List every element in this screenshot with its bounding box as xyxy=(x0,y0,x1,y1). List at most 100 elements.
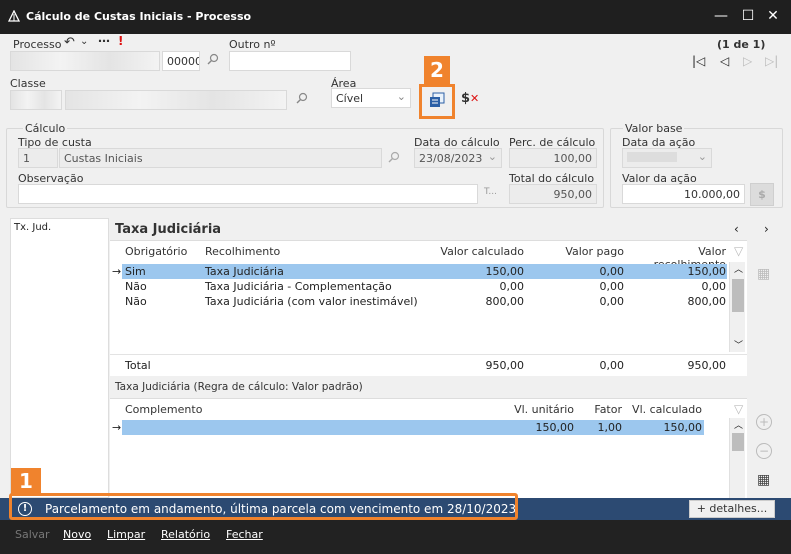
search-icon[interactable] xyxy=(296,92,308,107)
calculator-icon[interactable] xyxy=(428,91,446,112)
taxa-scrollbar[interactable]: ︿ ﹀ xyxy=(729,262,745,352)
table-cell: 0,00 xyxy=(701,280,727,293)
chevron-left-icon[interactable]: ‹ xyxy=(734,222,739,236)
tipo-code-field[interactable]: 1 xyxy=(18,148,58,168)
chevron-right-icon[interactable]: › xyxy=(764,222,769,236)
column-header[interactable]: Complemento xyxy=(125,403,202,416)
alert-icon[interactable]: ! xyxy=(118,34,123,48)
bottom-bar: Salvar Novo Limpar Relatório Fechar xyxy=(0,520,791,554)
chevron-down-icon: ⌄ xyxy=(396,90,406,103)
calculate-value-button[interactable]: $ xyxy=(750,183,774,206)
filter-icon[interactable]: ▽ xyxy=(734,402,743,416)
last-page-icon[interactable]: ▷| xyxy=(765,54,778,68)
currency-icon: $ xyxy=(758,188,766,201)
first-page-icon[interactable]: |◁ xyxy=(692,54,705,68)
next-page-icon[interactable]: ▷ xyxy=(743,54,752,68)
divider xyxy=(110,354,747,355)
title-bar: Cálculo de Custas Iniciais - Processo — … xyxy=(0,0,791,34)
table-cell: 800,00 xyxy=(485,295,525,308)
chevron-down-icon[interactable]: ⌄ xyxy=(80,36,88,47)
salvar-button[interactable]: Salvar xyxy=(15,528,50,541)
table-cell: Taxa Judiciária (com valor inestimável) xyxy=(205,295,418,308)
regra-title: Taxa Judiciária (Regra de cálculo: Valor… xyxy=(115,381,363,393)
maximize-button[interactable]: ☐ xyxy=(740,8,756,24)
column-header[interactable]: Fator xyxy=(580,403,622,416)
data-acao-value xyxy=(627,152,677,162)
data-calculo-value: 23/08/2023 xyxy=(419,152,483,165)
data-acao-field[interactable]: ⌄ xyxy=(622,148,712,168)
more-icon[interactable]: ⋯ xyxy=(98,34,110,48)
table-cell: Taxa Judiciária - Complementação xyxy=(205,280,392,293)
total-calculado: 950,00 xyxy=(485,359,525,372)
calculator-edit-icon[interactable]: ▦ xyxy=(757,472,770,488)
highlight-box-1 xyxy=(9,493,518,520)
perc-field[interactable]: 100,00 xyxy=(509,148,597,168)
column-header[interactable]: Vl. unitário xyxy=(490,403,574,416)
chevron-down-icon: ⌄ xyxy=(487,150,497,163)
total-calculo-field[interactable]: 950,00 xyxy=(509,184,597,204)
total-label: Total xyxy=(125,359,151,372)
fechar-button[interactable]: Fechar xyxy=(226,528,263,541)
tipo-value-field[interactable]: Custas Iniciais xyxy=(59,148,382,168)
main-content: Processo ↶ ⌄ ⋯ ! 00000 Outro nº (1 de 1)… xyxy=(0,34,791,499)
processo-number-field[interactable] xyxy=(10,51,160,71)
prev-page-icon[interactable]: ◁ xyxy=(720,54,729,68)
details-button[interactable]: + detalhes... xyxy=(689,500,775,518)
table-row[interactable]: Sim Taxa Judiciária 150,00 0,00 150,00 xyxy=(122,264,727,279)
scroll-thumb[interactable] xyxy=(732,433,744,451)
regra-scrollbar[interactable]: ︿ xyxy=(729,418,745,499)
classe-label: Classe xyxy=(10,77,46,90)
processo-suffix-field[interactable]: 00000 xyxy=(162,51,200,71)
filter-icon[interactable]: ▽ xyxy=(734,244,743,258)
outro-field[interactable] xyxy=(229,51,351,71)
novo-button[interactable]: Novo xyxy=(63,528,91,541)
table-cell: 150,00 xyxy=(535,421,575,434)
taxa-title: Taxa Judiciária xyxy=(115,222,222,237)
undo-icon[interactable]: ↶ xyxy=(64,35,75,50)
column-header[interactable]: Vl. calculado xyxy=(625,403,702,416)
table-row[interactable]: Não Taxa Judiciária - Complementação 0,0… xyxy=(122,279,727,294)
total-recolhimento: 950,00 xyxy=(687,359,727,372)
column-header[interactable]: Obrigatório xyxy=(125,245,187,258)
regra-table: Complemento Vl. unitário Fator Vl. calcu… xyxy=(110,398,747,499)
calculo-group-label: Cálculo xyxy=(23,122,68,135)
column-header[interactable]: Valor calculado xyxy=(420,245,524,258)
side-list-item[interactable]: Tx. Jud. xyxy=(11,219,108,236)
scroll-up-icon[interactable]: ︿ xyxy=(734,262,743,275)
table-cell: 0,00 xyxy=(499,280,525,293)
valor-acao-field[interactable]: 10.000,00 xyxy=(622,184,745,204)
table-row[interactable]: 150,00 1,00 150,00 xyxy=(122,420,704,435)
text-format-icon[interactable]: T... xyxy=(484,187,497,197)
column-header[interactable]: Valor pago xyxy=(550,245,624,258)
relatorio-button[interactable]: Relatório xyxy=(161,528,210,541)
table-cell: 0,00 xyxy=(599,280,625,293)
app-icon xyxy=(7,9,21,22)
remove-currency-icon[interactable]: $✕ xyxy=(461,91,479,106)
scroll-up-icon[interactable]: ︿ xyxy=(734,418,743,431)
table-cell: 150,00 xyxy=(485,265,525,278)
table-cell: 150,00 xyxy=(663,421,703,434)
classe-code-field[interactable] xyxy=(10,90,62,110)
remove-icon[interactable]: − xyxy=(756,443,772,459)
classe-name-field[interactable] xyxy=(65,90,287,110)
taxa-table: Obrigatório Recolhimento Valor calculado… xyxy=(110,240,747,376)
add-icon[interactable]: + xyxy=(756,414,772,430)
observacao-field[interactable] xyxy=(18,184,478,204)
data-calculo-field[interactable]: 23/08/2023 ⌄ xyxy=(414,148,502,168)
table-cell: 150,00 xyxy=(687,265,727,278)
close-button[interactable]: ✕ xyxy=(765,8,781,24)
valor-base-group-label: Valor base xyxy=(623,122,685,135)
scroll-thumb[interactable] xyxy=(732,279,744,312)
table-cell: Não xyxy=(125,280,147,293)
search-icon[interactable] xyxy=(207,53,219,68)
area-value: Cível xyxy=(336,92,364,105)
scroll-down-icon[interactable]: ﹀ xyxy=(734,338,743,351)
outro-label: Outro nº xyxy=(229,38,276,51)
minimize-button[interactable]: — xyxy=(713,8,729,24)
area-select[interactable]: Cível ⌄ xyxy=(331,88,411,108)
column-header[interactable]: Recolhimento xyxy=(205,245,280,258)
calculator-icon[interactable]: ▦ xyxy=(757,266,770,282)
table-row[interactable]: Não Taxa Judiciária (com valor inestimáv… xyxy=(122,294,727,309)
search-icon[interactable] xyxy=(388,151,400,166)
limpar-button[interactable]: Limpar xyxy=(107,528,145,541)
